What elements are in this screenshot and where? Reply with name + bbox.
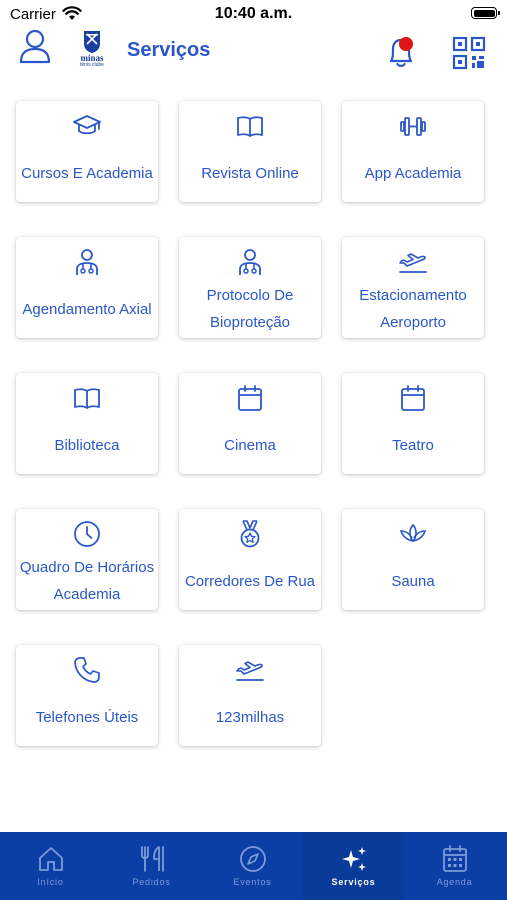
qr-code-icon[interactable]: [452, 36, 486, 70]
service-label: Quadro De Horários Academia: [19, 559, 155, 603]
nav-label: Pedidos: [132, 877, 171, 887]
service-card-corredores-de-rua[interactable]: Corredores De Rua: [179, 509, 321, 610]
doctor-icon: [76, 249, 98, 275]
nav-item-eventos[interactable]: Eventos: [202, 832, 303, 900]
status-bar: Carrier 10:40 a.m.: [0, 0, 507, 28]
service-card-agendamento-axial[interactable]: Agendamento Axial: [16, 237, 158, 338]
service-label: Corredores De Rua: [184, 572, 316, 590]
battery-icon: [471, 7, 500, 19]
service-card-protocolo-de-bioprotecao[interactable]: Protocolo De Bioproteção: [179, 237, 321, 338]
lotus-icon: [399, 523, 427, 543]
nav-label: Eventos: [233, 877, 272, 887]
service-card-teatro[interactable]: Teatro: [342, 373, 484, 474]
logo-subtitle: tênis clube: [80, 62, 104, 68]
nav-item-servicos[interactable]: Serviços: [303, 832, 404, 900]
home-icon: [39, 847, 63, 871]
service-label: Telefones Úteis: [35, 708, 139, 726]
service-label: 123milhas: [215, 708, 285, 726]
service-card-estacionamento-aeroporto[interactable]: Estacionamento Aeroporto: [342, 237, 484, 338]
service-card-app-academia[interactable]: App Academia: [342, 101, 484, 202]
service-label: Biblioteca: [54, 436, 120, 454]
calendar-icon: [401, 385, 425, 411]
service-card-biblioteca[interactable]: Biblioteca: [16, 373, 158, 474]
service-label: Sauna: [391, 572, 435, 590]
airplane-icon: [236, 661, 264, 681]
service-label: Protocolo De Bioproteção: [206, 287, 294, 331]
book-icon: [74, 388, 100, 409]
nav-item-pedidos[interactable]: Pedidos: [101, 832, 202, 900]
service-card-cursos-e-academia[interactable]: Cursos E Academia: [16, 101, 158, 202]
calendar-grid-icon: [443, 845, 467, 872]
status-time: 10:40 a.m.: [214, 5, 293, 22]
graduation-cap-icon: [73, 115, 101, 135]
bottom-nav: Início Pedidos Eventos Serviços Agenda: [0, 832, 507, 900]
doctor-icon: [239, 249, 261, 275]
service-card-telefones-uteis[interactable]: Telefones Úteis: [16, 645, 158, 746]
book-icon: [237, 116, 263, 137]
service-label: Cursos E Academia: [21, 164, 153, 182]
nav-item-inicio[interactable]: Início: [0, 832, 101, 900]
service-label: Revista Online: [201, 164, 299, 182]
nav-item-agenda[interactable]: Agenda: [404, 832, 505, 900]
profile-icon[interactable]: [18, 28, 52, 64]
service-card-sauna[interactable]: Sauna: [342, 509, 484, 610]
service-label: Estacionamento Aeroporto: [359, 287, 467, 331]
service-card-123milhas[interactable]: 123milhas: [179, 645, 321, 746]
dumbbell-icon: [400, 117, 426, 136]
calendar-icon: [238, 385, 262, 411]
header: minas tênis clube Serviços: [0, 28, 507, 78]
service-label: Teatro: [392, 436, 434, 454]
clock-icon: [74, 521, 100, 547]
notification-badge: [399, 37, 413, 51]
service-card-revista-online[interactable]: Revista Online: [179, 101, 321, 202]
service-card-cinema[interactable]: Cinema: [179, 373, 321, 474]
service-label: Cinema: [224, 436, 276, 454]
compass-icon: [240, 846, 266, 872]
service-card-quadro-de-horarios-academia[interactable]: Quadro De Horários Academia: [16, 509, 158, 610]
phone-icon: [74, 657, 100, 683]
sparkles-icon: [342, 847, 366, 871]
service-label: App Academia: [364, 164, 462, 182]
service-label: Agendamento Axial: [22, 300, 152, 318]
nav-label: Início: [37, 877, 64, 887]
nav-label: Serviços: [331, 877, 376, 887]
page-title: Serviços: [127, 39, 211, 61]
utensils-icon: [141, 846, 164, 872]
medal-icon: [240, 520, 260, 548]
nav-label: Agenda: [436, 877, 473, 887]
airplane-icon: [399, 253, 427, 273]
